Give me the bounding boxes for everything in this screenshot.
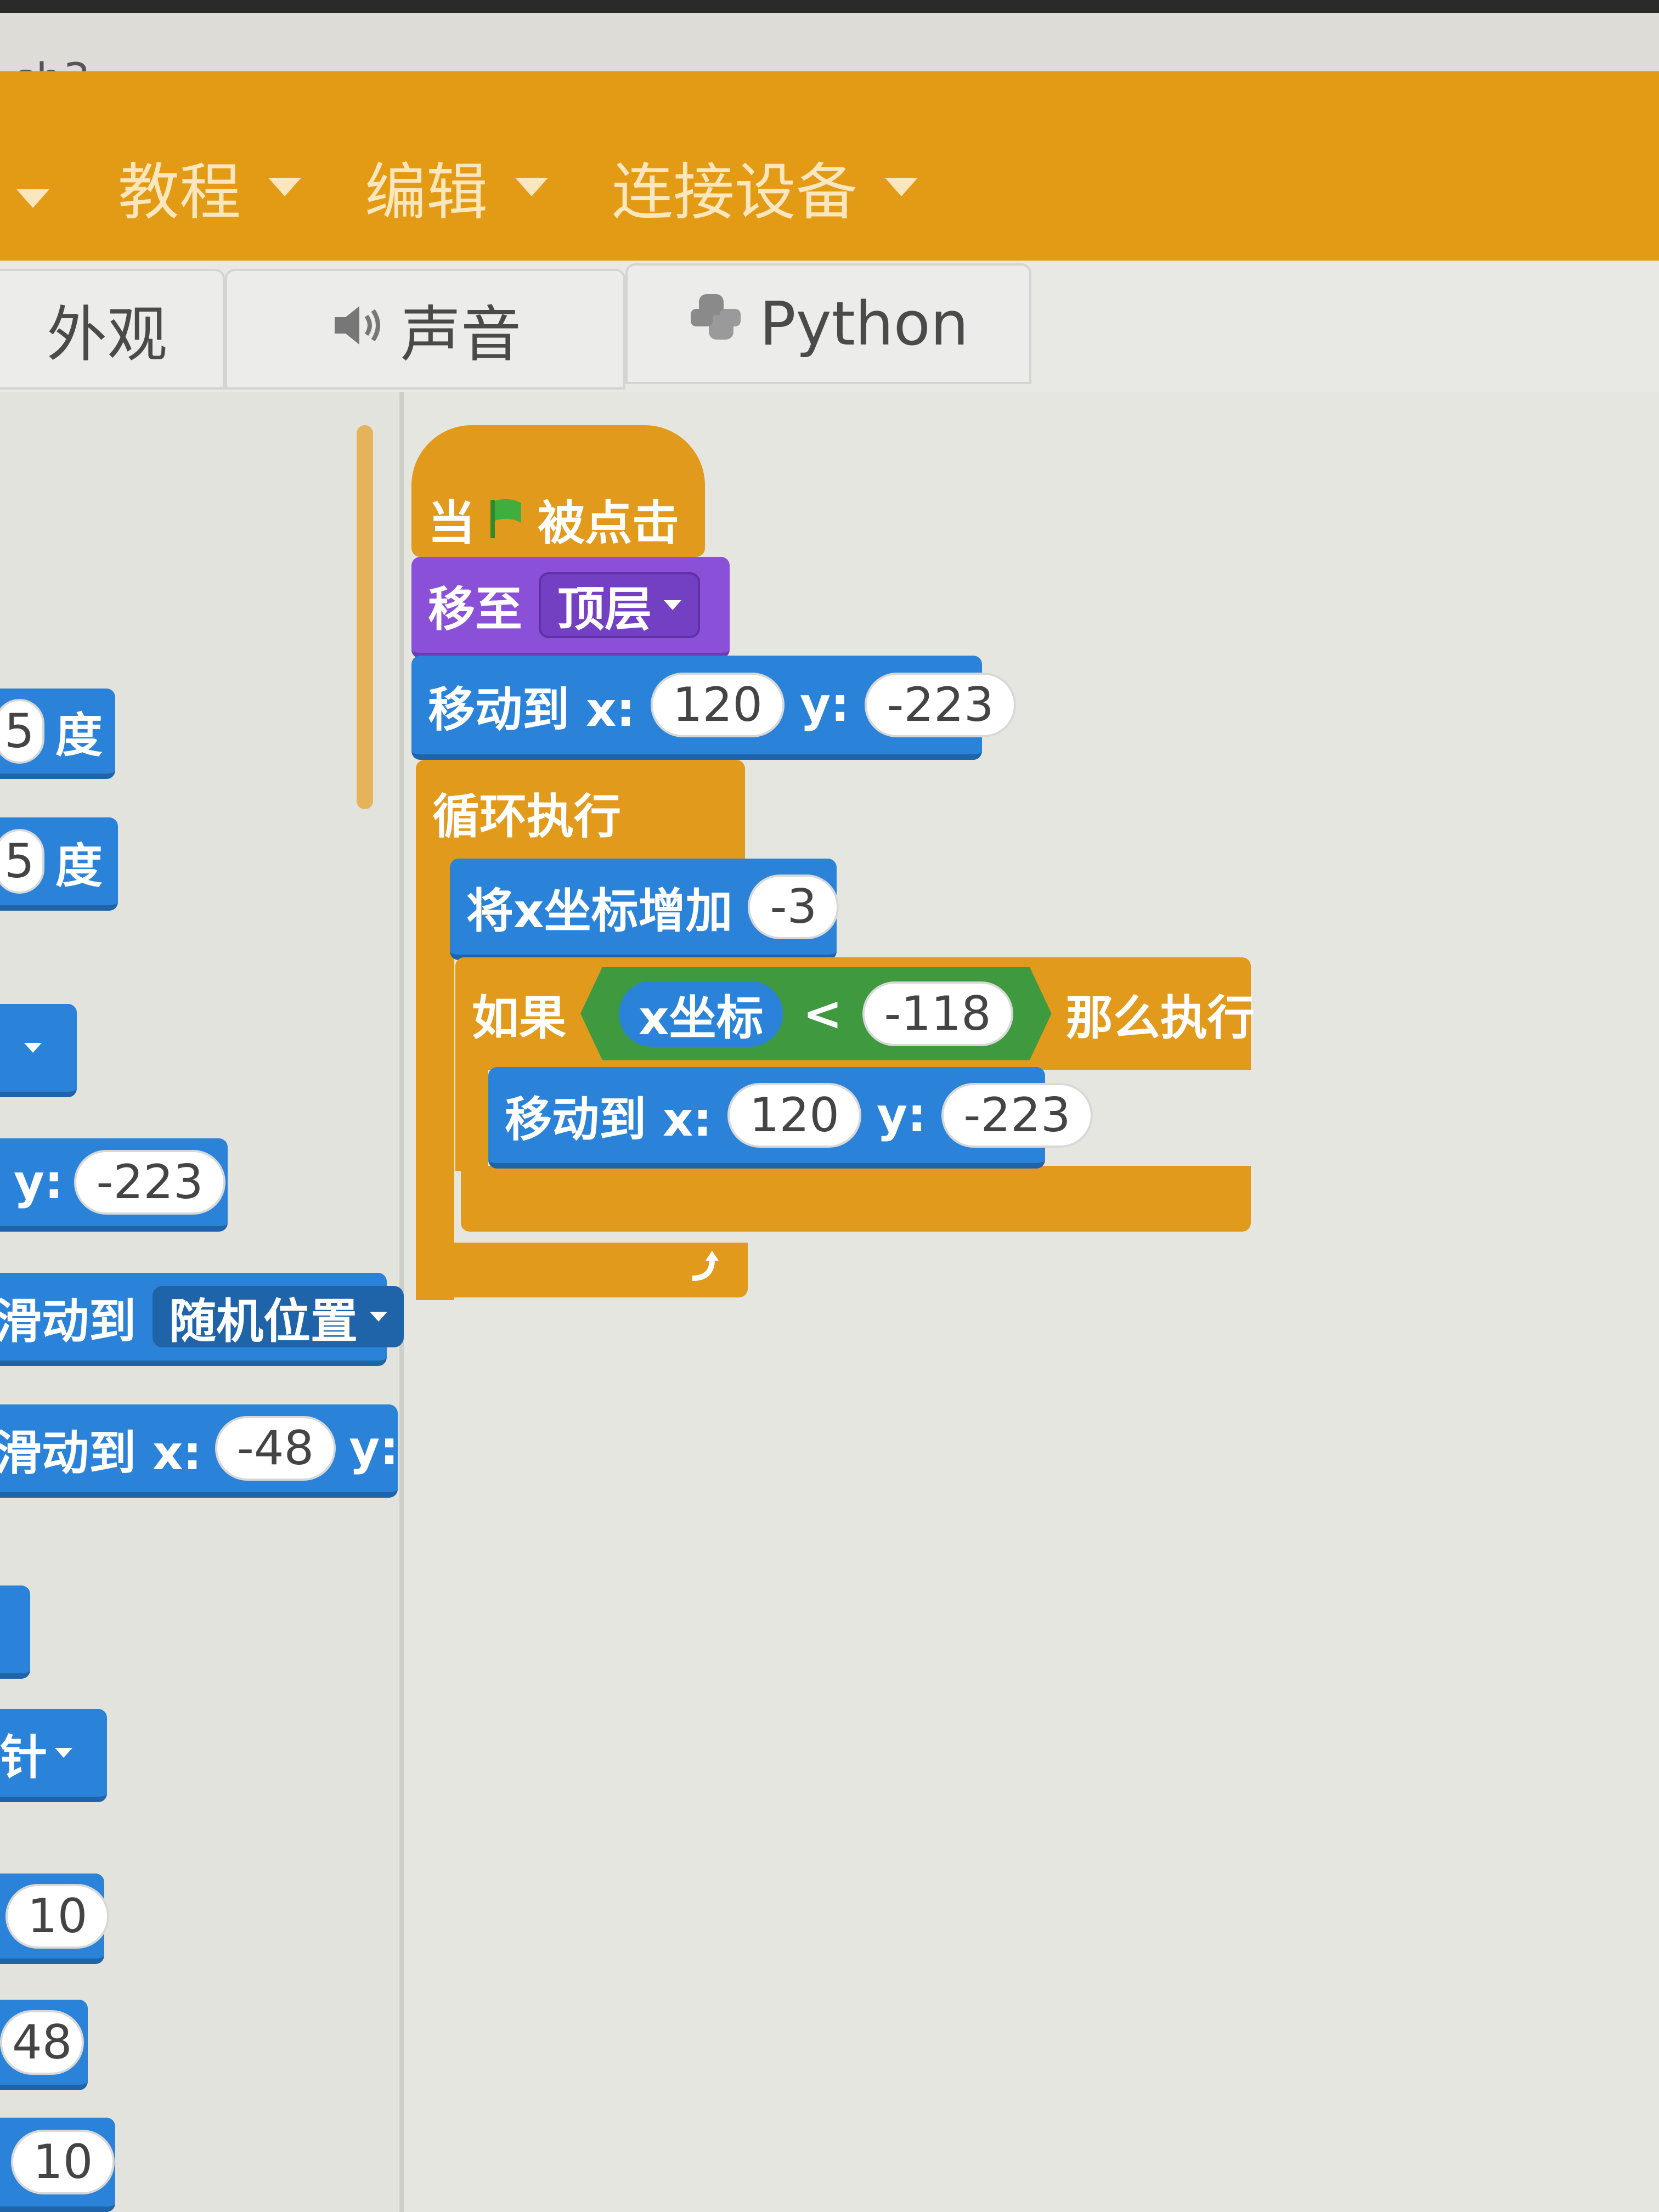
palette-glide-random-label: 滑动到: [0, 1294, 136, 1349]
goto1-y-label: y:: [799, 678, 850, 732]
palette-scrollbar[interactable]: [357, 425, 373, 809]
tab-python-label: Python: [759, 289, 969, 359]
palette-glide-xy-label: 滑动到 x:: [0, 1425, 202, 1481]
tab-python[interactable]: Python: [625, 263, 1031, 384]
palette-glide-y-label: y:: [349, 1421, 399, 1476]
palette-motion-block-partial[interactable]: [0, 1585, 30, 1679]
go-to-layer-block[interactable]: 移至 顶层: [411, 557, 730, 658]
palette-glide-random-dropdown[interactable]: 随机位置: [153, 1286, 404, 1349]
if-block-footer: [461, 1166, 1251, 1232]
if-then-block[interactable]: 如果 x坐标 < -118 那么执行: [455, 957, 1255, 1070]
palette-goto-y-value[interactable]: -223: [74, 1150, 225, 1215]
goto2-y-value[interactable]: -223: [941, 1082, 1093, 1148]
palette-glide-random-option: 随机位置: [169, 1294, 358, 1349]
go-to-xy-block-2[interactable]: 移动到 x: 120 y: -223: [488, 1067, 1093, 1169]
palette-turn-right-block[interactable]: 5 度: [0, 689, 115, 779]
palette-turn-right-unit: 度: [55, 708, 103, 763]
speaker-icon: [329, 294, 384, 364]
palette-value-1[interactable]: 10: [5, 1883, 110, 1949]
compare-value[interactable]: -118: [862, 981, 1013, 1046]
goto2-x-value[interactable]: 120: [727, 1082, 861, 1148]
menu-connect-label: 连接设备: [612, 157, 857, 228]
chevron-down-icon: [24, 1043, 42, 1053]
when-flag-clicked-block[interactable]: 当 被点击: [411, 425, 705, 557]
chevron-down-icon: [885, 178, 918, 196]
palette-value-2[interactable]: 48: [0, 2010, 84, 2075]
hat-suffix: 被点击: [538, 495, 679, 551]
palette-rotation-option: 针: [0, 1730, 47, 1785]
change-x-label: 将x坐标增加: [466, 884, 733, 939]
if-block-arm: [455, 1067, 488, 1171]
layer-option: 顶层: [557, 582, 652, 637]
palette-goto-y-label: y:: [14, 1155, 64, 1210]
tab-sound-label: 声音: [400, 300, 521, 370]
goto2-x-label: 移动到 x:: [505, 1092, 712, 1147]
palette-glide-random-block[interactable]: 滑动到 随机位置: [0, 1273, 404, 1366]
goto1-y-value[interactable]: -223: [865, 673, 1016, 737]
less-than-sign: <: [803, 986, 843, 1041]
loop-arrow-icon: [685, 1243, 723, 1297]
menu-edit[interactable]: 编辑: [365, 143, 548, 232]
goto1-x-value[interactable]: 120: [650, 673, 785, 737]
palette-glide-xy-block[interactable]: 滑动到 x: -48 y: -2: [0, 1404, 486, 1498]
goto2-y-label: y:: [876, 1087, 927, 1143]
chevron-down-icon: [268, 178, 301, 196]
go-to-layer-label: 移至: [428, 582, 522, 637]
then-label: 那么执行: [1065, 991, 1255, 1046]
palette-goto-dropdown-block[interactable]: [0, 1004, 77, 1097]
tab-looks-label: 外观: [47, 300, 167, 370]
goto1-x-label: 移动到 x:: [428, 682, 635, 737]
palette-value-block-1[interactable]: 10: [0, 1874, 110, 1964]
change-x-block[interactable]: 将x坐标增加 -3: [450, 859, 839, 960]
chevron-down-icon: [55, 1748, 72, 1758]
if-label: 如果: [472, 991, 566, 1046]
less-than-operator[interactable]: x坐标 < -118: [580, 967, 1052, 1060]
x-position-reporter[interactable]: x坐标: [619, 981, 783, 1047]
python-icon: [688, 289, 743, 359]
chevron-down-icon[interactable]: [16, 189, 49, 208]
palette-rotation-style-block[interactable]: 针: [0, 1709, 107, 1802]
chevron-down-icon: [370, 1312, 387, 1322]
forever-label: 循环执行: [432, 789, 621, 844]
palette-turn-right-value[interactable]: 5: [0, 698, 44, 764]
green-flag-icon: [487, 496, 526, 540]
forever-block-footer: [427, 1243, 748, 1297]
palette-turn-left-value[interactable]: 5: [0, 829, 44, 894]
palette-goto-xy-block[interactable]: y: -223: [0, 1138, 228, 1232]
palette-value-3[interactable]: 10: [11, 2130, 115, 2194]
palette-value-block-3[interactable]: 10: [0, 2118, 115, 2212]
palette-glide-x-value[interactable]: -48: [215, 1416, 336, 1481]
screen-top-edge: [0, 0, 1659, 13]
chevron-down-icon: [664, 600, 681, 610]
chevron-down-icon: [515, 178, 548, 196]
hat-prefix: 当: [428, 495, 475, 551]
tab-sound[interactable]: 声音: [225, 269, 625, 390]
menu-tutorial-label: 教程: [118, 157, 241, 228]
change-x-value[interactable]: -3: [748, 874, 839, 939]
tab-looks[interactable]: 外观: [0, 269, 225, 390]
palette-value-block-2[interactable]: 48: [0, 2000, 88, 2090]
forever-block[interactable]: 循环执行: [416, 760, 745, 864]
forever-block-arm: [416, 861, 454, 1300]
go-to-xy-block-1[interactable]: 移动到 x: 120 y: -223: [411, 656, 1016, 760]
palette-turn-left-unit: 度: [55, 838, 103, 894]
menu-edit-label: 编辑: [365, 157, 488, 228]
layer-dropdown[interactable]: 顶层: [539, 572, 700, 638]
menu-connect-device[interactable]: 连接设备: [612, 143, 918, 232]
menu-tutorial[interactable]: 教程: [118, 143, 301, 232]
palette-turn-left-block[interactable]: 5 度: [0, 817, 118, 911]
